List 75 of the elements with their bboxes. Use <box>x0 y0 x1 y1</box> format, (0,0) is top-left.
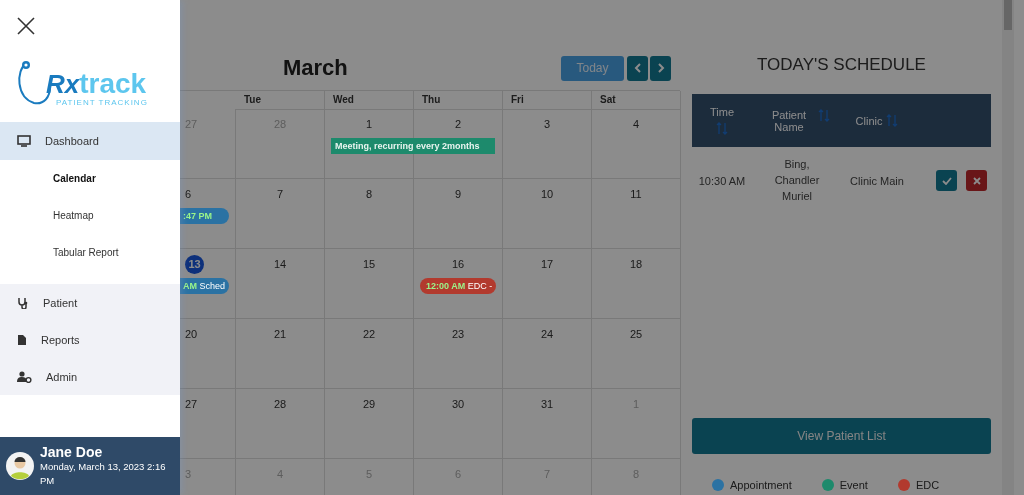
day-number: 9 <box>454 188 462 200</box>
day-number: 8 <box>365 188 373 200</box>
monitor-icon <box>17 135 31 147</box>
day-number: 23 <box>451 328 465 340</box>
weekday-label: Fri <box>511 94 524 105</box>
avatar-icon <box>6 452 34 480</box>
table-cell: 10:30 AM <box>698 174 746 187</box>
day-number: 11 <box>630 188 642 200</box>
nav-item[interactable]: Admin <box>0 358 180 395</box>
user-name: Jane Doe <box>40 443 104 460</box>
day-number: 27 <box>185 398 198 410</box>
day-number: 31 <box>540 398 554 410</box>
close-icon <box>972 176 981 185</box>
user-gear-icon <box>17 370 32 383</box>
calendar-event[interactable]: :47 PM <box>180 208 229 224</box>
chevron-right-icon <box>656 63 665 73</box>
nav-subitem[interactable]: Tabular Report <box>0 234 180 271</box>
nav-item[interactable]: Dashboard <box>0 122 180 160</box>
month-title: March <box>283 55 348 81</box>
schedule-title: TODAY'S SCHEDULE <box>756 55 927 75</box>
nav-item[interactable]: Reports <box>0 321 180 358</box>
legend-label: EDC <box>915 478 940 491</box>
day-number: 7 <box>276 188 284 200</box>
day-number: 21 <box>273 328 287 340</box>
previous-button[interactable] <box>627 55 648 81</box>
check-icon <box>941 176 952 185</box>
day-number: 10 <box>540 188 554 200</box>
day-number: 17 <box>540 258 554 270</box>
weekday-label: Thu <box>422 94 441 105</box>
day-number: 6 <box>185 188 192 200</box>
scrollbar[interactable] <box>1002 0 1014 495</box>
legend-label: Appointment <box>730 478 792 491</box>
day-number: 25 <box>629 328 643 340</box>
column-header[interactable]: Clinic <box>855 114 883 127</box>
close-icon[interactable] <box>17 17 35 35</box>
legend-label: Event <box>839 478 868 491</box>
day-number: 16 <box>451 258 465 270</box>
column-header[interactable]: Time <box>709 106 734 118</box>
calendar-event[interactable]: 12:00 AM EDC - <box>420 278 496 294</box>
nav-subitem[interactable]: Calendar <box>0 160 180 197</box>
day-number: 20 <box>185 328 198 340</box>
nav-subitem[interactable]: Heatmap <box>0 197 180 234</box>
table-cell: Clinic Main <box>850 174 904 187</box>
day-number: 29 <box>362 398 376 410</box>
day-number: 3 <box>543 118 551 130</box>
cancel-button[interactable] <box>966 170 987 192</box>
table-cell-text: Bing, Chandler Muriel <box>773 157 821 204</box>
weekday-label: Tue <box>244 94 262 105</box>
weekday-label: Sat <box>600 94 616 105</box>
chevron-left-icon <box>633 63 642 73</box>
day-number: 28 <box>273 398 287 410</box>
day-number: 24 <box>540 328 554 340</box>
day-number: 18 <box>629 258 643 270</box>
day-number: 2 <box>454 118 462 130</box>
calendar-event[interactable]: AM Sched <box>180 278 229 294</box>
stethoscope-icon <box>17 296 29 309</box>
day-number: 15 <box>362 258 376 270</box>
day-number: 13 <box>185 255 204 274</box>
day-number: 14 <box>273 258 287 270</box>
day-number: 30 <box>451 398 465 410</box>
next-button[interactable] <box>650 55 671 81</box>
weekday-label: Wed <box>333 94 354 105</box>
confirm-button[interactable] <box>936 170 957 192</box>
logo-tagline: PATIENT TRACKING <box>56 98 148 107</box>
calendar-event[interactable]: Meeting, recurring every 2months <box>331 138 495 154</box>
nav-item[interactable]: Patient <box>0 284 180 321</box>
column-header[interactable]: Patient Name <box>764 108 814 133</box>
scrollbar-thumb[interactable] <box>1004 0 1012 30</box>
document-icon <box>17 333 27 346</box>
logo-wordmark: track <box>79 70 147 98</box>
logo-mark: Rx <box>46 71 80 97</box>
day-number: 1 <box>365 118 373 130</box>
day-number: 4 <box>632 118 640 130</box>
day-number: 22 <box>362 328 376 340</box>
user-datetime: Monday, March 13, 2023 2:16 PM <box>40 459 167 488</box>
